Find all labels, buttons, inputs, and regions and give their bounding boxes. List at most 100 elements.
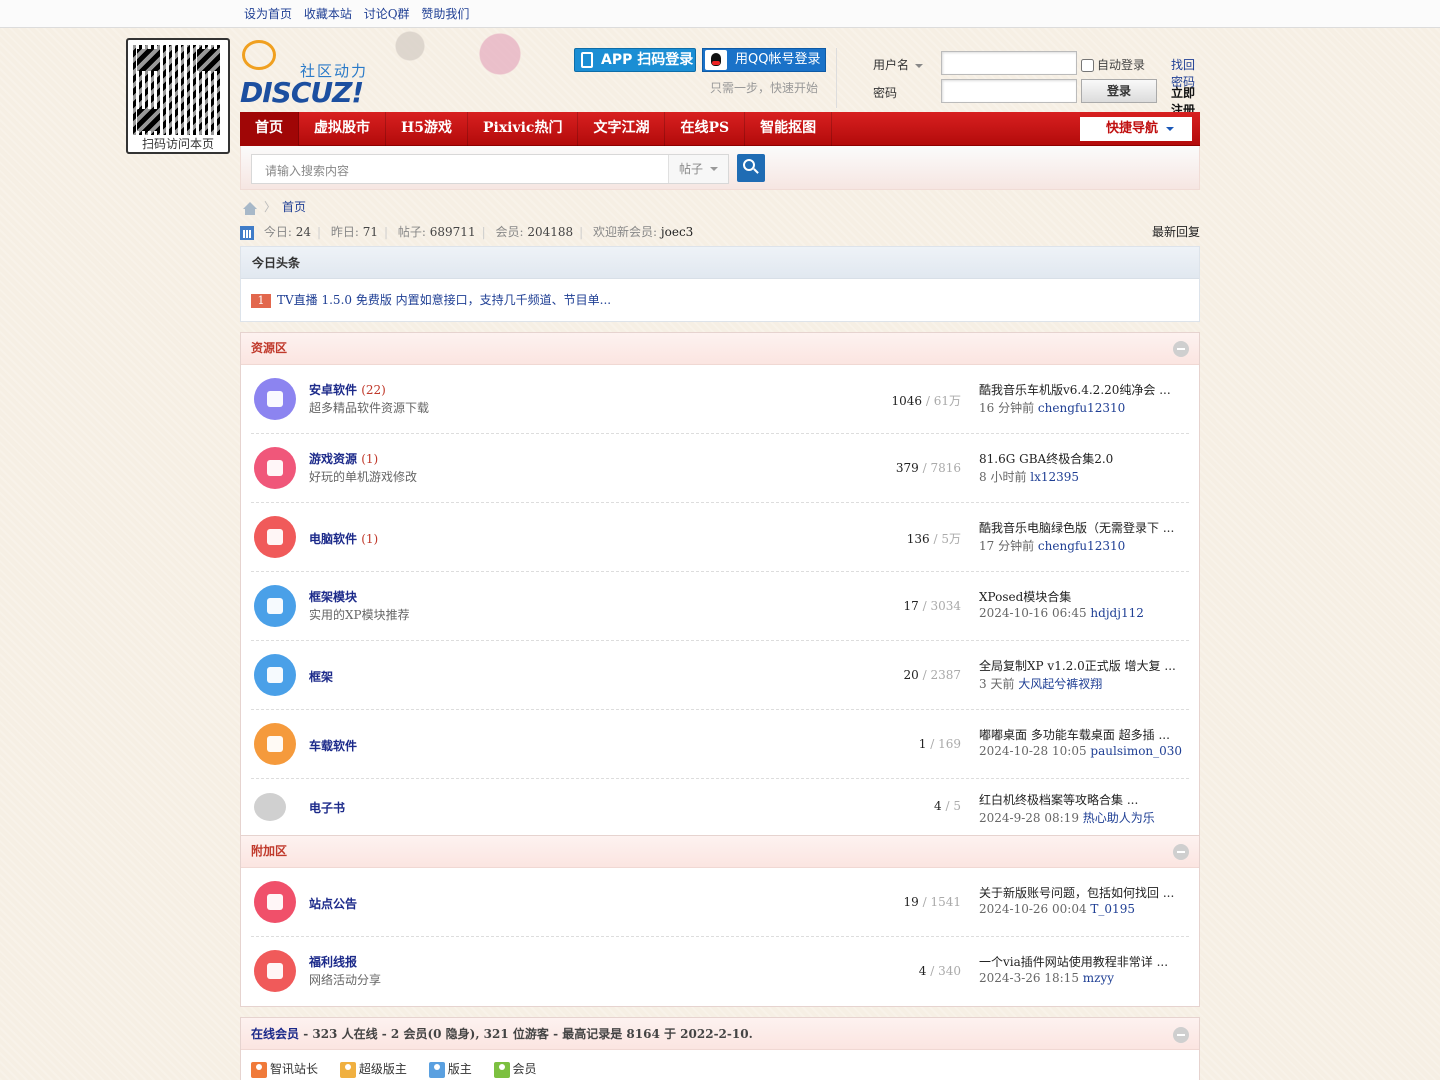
password-input[interactable] [941, 79, 1077, 103]
last-post-user[interactable]: lx12395 [1030, 470, 1079, 484]
search-button[interactable] [737, 154, 765, 182]
last-post-user[interactable]: mzyy [1083, 971, 1114, 985]
auto-login-checkbox[interactable] [1081, 59, 1094, 72]
car-icon[interactable] [254, 723, 296, 765]
gamepad-icon[interactable] [254, 447, 296, 489]
qq-login-button[interactable]: 用QQ帐号登录 [702, 48, 826, 72]
new-member-link[interactable]: joec3 [661, 225, 693, 239]
nav-item-online-ps[interactable]: 在线PS [665, 112, 746, 146]
forum-name[interactable]: 框架模块 [309, 588, 357, 605]
last-post-time[interactable]: 8 小时前 [979, 470, 1026, 484]
qq-group-link[interactable]: 讨论Q群 [364, 7, 410, 21]
nav-item-pixivic[interactable]: Pixivic热门 [468, 112, 579, 146]
framework-tree-icon[interactable] [254, 654, 296, 696]
sponsor-link[interactable]: 赞助我们 [421, 7, 469, 21]
forum-name[interactable]: 电子书 [309, 799, 345, 816]
last-post-title[interactable]: 全局复制XP v1.2.0正式版 增大复 ... [979, 657, 1176, 674]
computer-code-icon[interactable] [254, 516, 296, 558]
last-post-title[interactable]: 嘟嘟桌面 多功能车载桌面 超多插 ... [979, 726, 1170, 743]
nav-item-home[interactable]: 首页 [240, 112, 299, 146]
super-moderator-icon [339, 1061, 356, 1078]
last-post-user[interactable]: chengfu12310 [1038, 401, 1125, 415]
category-title[interactable]: 资源区 [251, 341, 287, 355]
app-scan-login-button[interactable]: APP 扫码登录 [574, 48, 696, 72]
online-header[interactable]: 在线会员 - 323 人在线 - 2 会员(0 隐身), 321 位游客 - 最… [241, 1018, 1199, 1050]
last-post-user[interactable]: paulsimon_030 [1090, 744, 1182, 758]
forum-name[interactable]: 站点公告 [309, 895, 357, 912]
last-post-time[interactable]: 2024-9-28 08:19 [979, 811, 1079, 825]
headline-item: 1 TV直播 1.5.0 免费版 内置如意接口，支持几千频道、节目单... [241, 279, 1199, 321]
username-input[interactable] [941, 51, 1077, 75]
last-post-user[interactable]: 热心助人为乐 [1083, 811, 1155, 825]
forum-counts: 17 / 3034 [903, 599, 962, 613]
last-post-user[interactable]: hdjdj112 [1090, 606, 1143, 620]
quick-nav-button[interactable]: 快捷导航 [1080, 117, 1192, 141]
forum-row: 安卓软件 (22) 超多精品软件资源下载 1046 / 61万 酷我音乐车机版v6.4… [251, 365, 1189, 434]
category-title[interactable]: 附加区 [251, 844, 287, 858]
forum-name[interactable]: 框架 [309, 668, 333, 685]
last-post-title[interactable]: XPosed模块合集 [979, 588, 1071, 605]
auto-login-option[interactable]: 自动登录 [1081, 56, 1145, 73]
breadcrumb-home[interactable]: 首页 [282, 200, 306, 214]
nav-item-h5-games[interactable]: H5游戏 [386, 112, 468, 146]
stats-chart-icon[interactable] [240, 225, 254, 240]
qq-penguin-icon [705, 50, 727, 70]
last-post-time[interactable]: 3 天前 [979, 677, 1014, 691]
forum-counts: 136 / 5万 [906, 532, 961, 546]
last-post-time[interactable]: 2024-3-26 18:15 [979, 971, 1079, 985]
login-form: 用户名 自动登录 找回密码 密码 登录 立即注册 [836, 48, 1200, 117]
home-icon[interactable] [242, 201, 258, 215]
nav-item-smart-cutout[interactable]: 智能抠图 [745, 112, 833, 146]
username-type-select[interactable]: 用户名 [873, 56, 924, 73]
module-tree-icon[interactable] [254, 585, 296, 627]
android-software-icon[interactable] [254, 378, 296, 420]
bookmark-link[interactable]: 收藏本站 [304, 7, 352, 21]
site-logo[interactable]: 社区动力 DISCUZ! [240, 38, 370, 109]
forum-name[interactable]: 电脑软件 (1) [309, 530, 378, 547]
megaphone-icon[interactable] [254, 881, 296, 923]
last-post-user[interactable]: T_0195 [1090, 902, 1135, 916]
collapse-icon[interactable] [1173, 1027, 1189, 1043]
forum-name[interactable]: 福利线报 [309, 953, 357, 970]
search-input[interactable]: 请输入搜索内容 [265, 162, 349, 179]
last-post-time[interactable]: 2024-10-28 10:05 [979, 744, 1087, 758]
search-box[interactable]: 请输入搜索内容 帖子 [251, 154, 729, 184]
forum-name[interactable]: 车载软件 [309, 737, 357, 754]
online-title[interactable]: 在线会员 [251, 1027, 299, 1041]
chat-bubble-icon[interactable] [254, 793, 286, 821]
forum-name[interactable]: 安卓软件 (22) [309, 381, 386, 398]
last-post-time[interactable]: 2024-10-16 06:45 [979, 606, 1087, 620]
last-post-title[interactable]: 一个via插件网站使用教程非常详 ... [979, 953, 1168, 970]
last-post-title[interactable]: 红白机终极档案等攻略合集 ... [979, 791, 1138, 808]
login-button[interactable]: 登录 [1081, 79, 1157, 103]
forum-counts: 19 / 1541 [903, 895, 962, 909]
nav-item-stock[interactable]: 虚拟股市 [299, 112, 386, 146]
last-post-time[interactable]: 17 分钟前 [979, 539, 1034, 553]
moderator-icon [428, 1061, 445, 1078]
search-icon-handle [753, 168, 759, 174]
forum-name[interactable]: 游戏资源 (1) [309, 450, 378, 467]
nav-item-text-jianghu[interactable]: 文字江湖 [578, 112, 666, 146]
collapse-icon[interactable] [1173, 844, 1189, 860]
last-post-time[interactable]: 16 分钟前 [979, 401, 1034, 415]
envelope-icon[interactable] [254, 950, 296, 992]
last-post-title[interactable]: 酷我音乐电脑绿色版（无需登录下 ... [979, 519, 1174, 536]
headline-link[interactable]: TV直播 1.5.0 免费版 内置如意接口，支持几千频道、节目单... [277, 293, 611, 307]
last-post-time[interactable]: 2024-10-26 00:04 [979, 902, 1087, 916]
last-post-title[interactable]: 关于新版账号问题，包括如何找回 ... [979, 884, 1174, 901]
admin-icon [251, 1061, 267, 1078]
phone-icon [581, 52, 593, 68]
set-homepage-link[interactable]: 设为首页 [244, 7, 292, 21]
category-header[interactable]: 附加区 [241, 836, 1199, 868]
category-header[interactable]: 资源区 [241, 333, 1199, 365]
latest-replies-link[interactable]: 最新回复 [1152, 220, 1200, 244]
search-type-select[interactable]: 帖子 [668, 155, 728, 183]
last-post-title[interactable]: 酷我音乐车机版v6.4.2.20纯净会 ... [979, 381, 1171, 398]
collapse-icon[interactable] [1173, 341, 1189, 357]
last-post-user[interactable]: chengfu12310 [1038, 539, 1125, 553]
last-post-user[interactable]: 大风起兮裤衩翔 [1018, 677, 1102, 691]
legend-item-moderator: 版主 [428, 1061, 472, 1078]
last-post-title[interactable]: 81.6G GBA终极合集2.0 [979, 450, 1113, 467]
online-members: 在线会员 - 323 人在线 - 2 会员(0 隐身), 321 位游客 - 最… [240, 1017, 1200, 1080]
last-post-meta: 17 分钟前 chengfu12310 [979, 537, 1125, 554]
